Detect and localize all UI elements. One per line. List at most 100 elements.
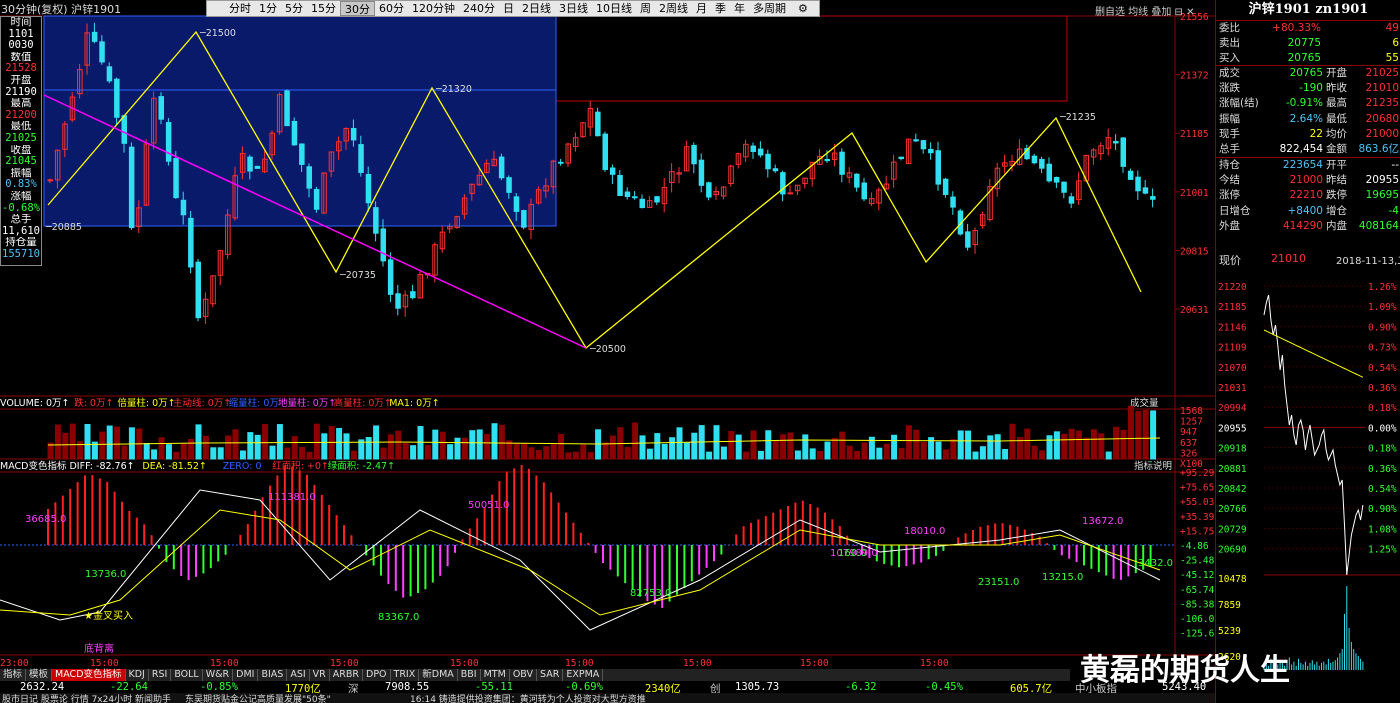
- news-item[interactable]: 股市日记 股票论 行情 7x24小时 新闻助手: [2, 693, 171, 703]
- quote-value: 863.6亿: [1358, 143, 1399, 155]
- macd-annotation: 82753.0: [630, 588, 671, 599]
- quote-value: 21000: [1365, 127, 1399, 140]
- volume-legend-item: 主动线: 0万↑: [173, 397, 231, 409]
- volume-bar: [1046, 435, 1053, 460]
- macd-annotation: 23151.0: [978, 577, 1019, 588]
- indicator-tab[interactable]: SAR: [537, 669, 564, 681]
- indicator-tab[interactable]: TRIX: [391, 669, 420, 681]
- candle-body: [750, 145, 756, 153]
- order-book-row: 委比 +80.33% 49: [1216, 21, 1400, 36]
- indicator-tab[interactable]: ASI: [287, 669, 310, 681]
- period-tab[interactable]: 30分: [340, 1, 375, 16]
- candle-body: [1135, 176, 1141, 192]
- volume-button[interactable]: 成交量: [1130, 397, 1159, 409]
- volume-bar: [165, 444, 172, 460]
- period-tab[interactable]: 240分: [459, 1, 499, 16]
- indicator-tab[interactable]: W&R: [203, 669, 234, 681]
- period-tab[interactable]: 2周线: [655, 1, 692, 16]
- mini-chart-label: 现价: [1219, 254, 1241, 267]
- time-axis-label: 15:00: [683, 658, 712, 669]
- volume-bar: [1031, 445, 1038, 460]
- indicator-tab[interactable]: 模板: [26, 669, 53, 681]
- macd-axis-label: +95.29: [1180, 468, 1215, 479]
- chart-tools[interactable]: 删自选 均线 叠加 ⊟ ✕: [1095, 3, 1194, 18]
- indicator-tab[interactable]: 新DMA: [419, 669, 458, 681]
- quote-label: 日增仓: [1219, 204, 1251, 217]
- volume-bar: [447, 444, 454, 460]
- candle-body: [247, 156, 253, 172]
- indicator-tab[interactable]: MACD变色指标: [52, 669, 126, 681]
- indicator-tab[interactable]: BBI: [458, 669, 481, 681]
- macd-legend-item: DEA: -81.52↑: [142, 461, 206, 472]
- quote-label: 涨跌: [1219, 82, 1240, 95]
- indicator-tab[interactable]: MTM: [481, 669, 510, 681]
- indicator-tab[interactable]: DPO: [363, 669, 391, 681]
- candle-body: [387, 259, 394, 295]
- indicator-tab[interactable]: OBV: [510, 669, 538, 681]
- period-tab[interactable]: 5分: [281, 1, 307, 16]
- bar-info-row: 持仓量: [5, 237, 37, 249]
- news-item[interactable]: 16:14 铸造提供投资集团：黄河转为个人投资对大型方资推: [410, 693, 646, 703]
- gear-icon[interactable]: ⚙: [794, 1, 812, 16]
- indicator-tab[interactable]: EXPMA: [563, 669, 604, 681]
- volume-axis-label: 1257: [1180, 417, 1203, 428]
- news-item[interactable]: 东吴期货贴金公记高质量发展"50条": [185, 693, 331, 703]
- candle-body: [558, 161, 564, 164]
- period-tab[interactable]: 60分: [375, 1, 408, 16]
- candle-body: [1061, 181, 1067, 193]
- quote-panel: 沪锌1901 zn1901 委比 +80.33% 49 卖出 20775 6 买入 20765…: [1215, 0, 1400, 703]
- quote-label: 涨停: [1219, 189, 1240, 202]
- bar-info-row: 收盘: [10, 144, 32, 156]
- period-tab[interactable]: 日: [499, 1, 518, 16]
- volume-bar: [1127, 405, 1134, 460]
- period-tab[interactable]: 多周期: [749, 1, 790, 16]
- period-tab[interactable]: 月: [692, 1, 711, 16]
- indicator-tab[interactable]: KDJ: [126, 669, 149, 681]
- period-tab[interactable]: 年: [730, 1, 749, 16]
- mini-chart-price: 21010: [1271, 252, 1306, 265]
- macd-help-button[interactable]: 指标说明: [1134, 460, 1172, 472]
- indicator-tab[interactable]: BIAS: [258, 669, 288, 681]
- volume-bar: [676, 427, 683, 460]
- candle-body: [1053, 176, 1060, 183]
- candle-body: [854, 173, 860, 188]
- bar-info-row: 最高: [10, 98, 32, 110]
- candle-body: [1039, 158, 1045, 169]
- indicator-tab[interactable]: 指标: [0, 669, 27, 681]
- period-tab[interactable]: 分时: [225, 1, 255, 16]
- macd-annotation: 13736.0: [85, 569, 126, 580]
- volume-bar: [491, 423, 498, 460]
- period-tab[interactable]: 10日线: [592, 1, 636, 16]
- price-axis-label: 21372: [1180, 71, 1209, 82]
- chart-canvas[interactable]: 215562137221185210012081520631─21500─213…: [0, 0, 1215, 669]
- time-axis-label: 15:00: [920, 658, 949, 669]
- bar-info-row: 21190: [5, 86, 37, 98]
- period-tab[interactable]: 2日线: [518, 1, 555, 16]
- volume-bar: [654, 433, 661, 460]
- intraday-mini-chart[interactable]: 21220 1.26% 21185 1.09% 21146 0.90% 21109 0.73%…: [1216, 270, 1400, 675]
- mini-pct-tick: 0.36%: [1368, 464, 1397, 475]
- period-tab[interactable]: 120分钟: [408, 1, 459, 16]
- index-value: 7908.55: [385, 681, 430, 693]
- indicator-tab[interactable]: RSI: [149, 669, 172, 681]
- period-tab[interactable]: 15分: [307, 1, 340, 16]
- volume-bar: [151, 449, 158, 460]
- quote-label: 最高: [1326, 97, 1347, 110]
- volume-bar: [350, 450, 357, 460]
- indicator-tab[interactable]: DMI: [233, 669, 259, 681]
- quote-value: 21025: [1365, 67, 1399, 79]
- period-tab[interactable]: 1分: [255, 1, 281, 16]
- period-tab[interactable]: 3日线: [555, 1, 592, 16]
- indicator-tab[interactable]: VR: [310, 669, 330, 681]
- period-tab[interactable]: 周: [636, 1, 655, 16]
- quote-row: 外盘 414290 内盘 408164: [1216, 219, 1400, 234]
- indicator-tab[interactable]: ARBR: [330, 669, 363, 681]
- indicator-tab[interactable]: BOLL: [171, 669, 203, 681]
- volume-bar: [239, 450, 246, 460]
- bar-info-row: 0030: [8, 40, 34, 52]
- volume-bar: [173, 451, 180, 460]
- bar-info-row: 0.83%: [5, 179, 37, 191]
- volume-bar: [854, 450, 861, 460]
- period-tab[interactable]: 季: [711, 1, 730, 16]
- macd-annotation: 13215.0: [1042, 572, 1083, 583]
